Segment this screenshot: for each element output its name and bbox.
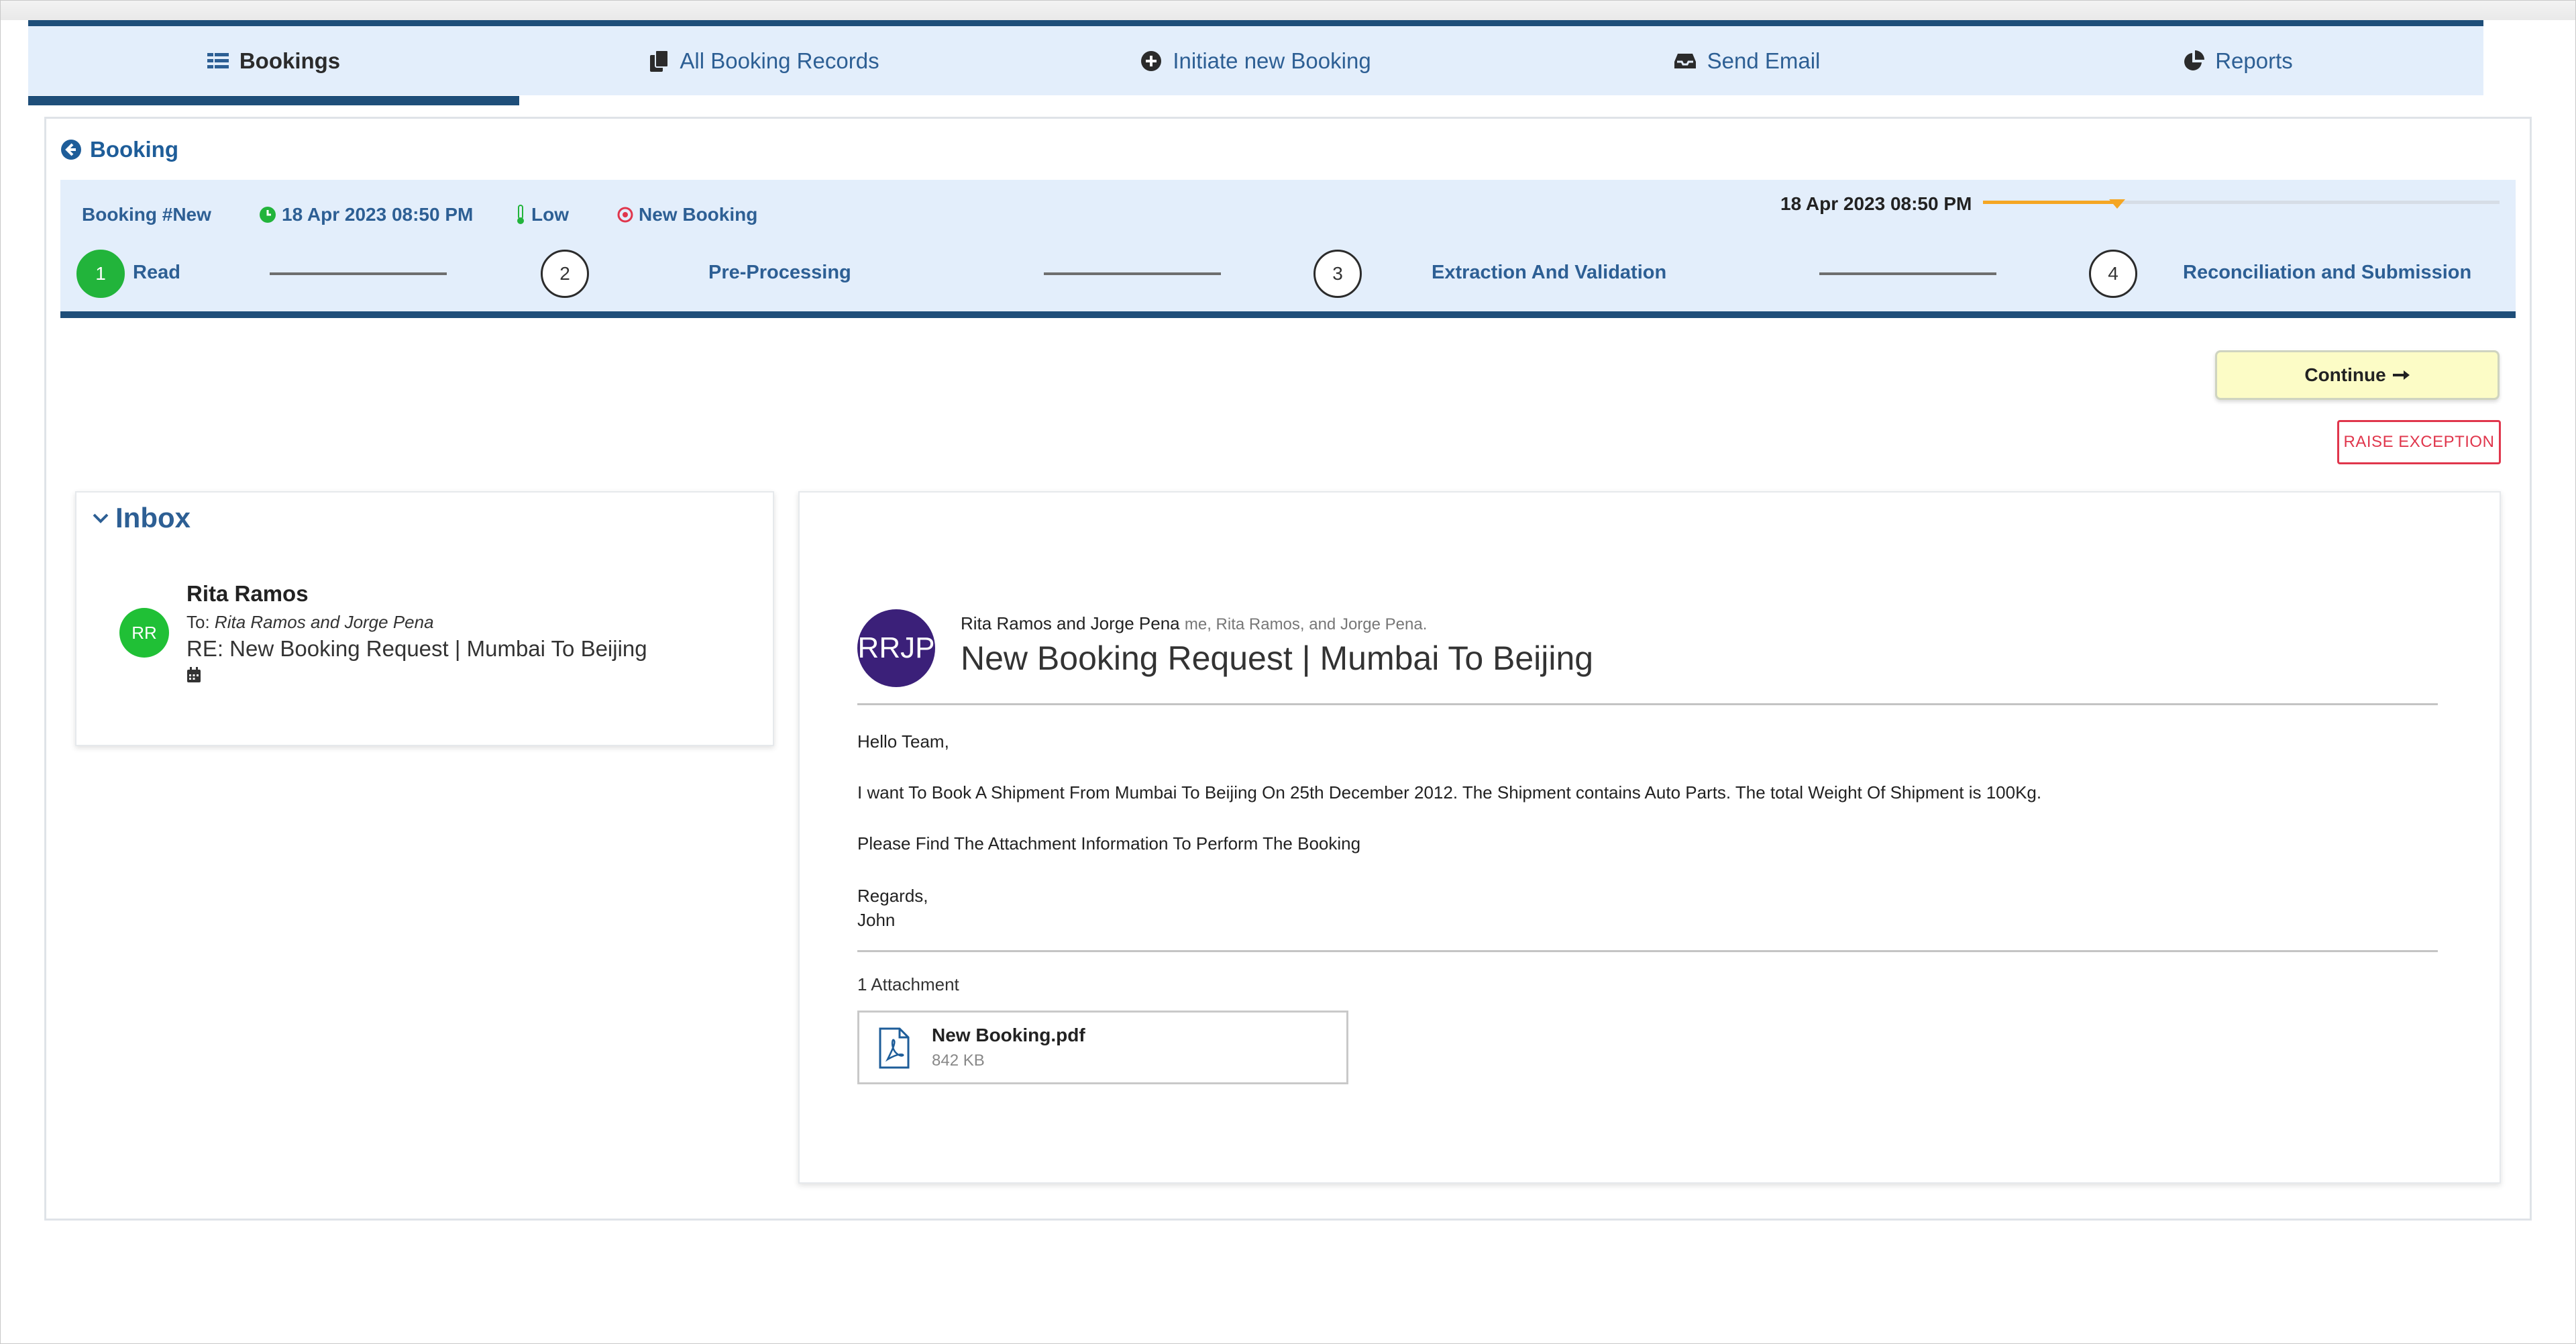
thermometer-icon — [515, 205, 526, 225]
deadline-progress-fill — [1983, 201, 2118, 204]
active-tab-indicator — [28, 96, 519, 105]
continue-button-label: Continue — [2304, 364, 2386, 385]
clock-icon — [259, 206, 276, 223]
pdf-file-icon — [878, 1027, 910, 1069]
status-dot-icon — [617, 207, 633, 223]
step-connector — [270, 272, 447, 275]
status-text: New Booking — [639, 204, 758, 225]
tab-bookings[interactable]: Bookings — [28, 26, 519, 95]
tab-label: All Booking Records — [680, 48, 879, 73]
main-tab-bar: Bookings All Booking Records Initiate ne… — [28, 20, 2483, 95]
priority-text: Low — [531, 204, 569, 225]
copy-icon — [650, 50, 669, 72]
attachment-count: 1 Attachment — [857, 974, 959, 994]
step-1-circle: 1 — [76, 250, 125, 298]
raise-exception-button[interactable]: RAISE EXCEPTION — [2337, 420, 2501, 464]
email-subject: New Booking Request | Mumbai To Beijing — [961, 639, 1594, 677]
message-subject: RE: New Booking Request | Mumbai To Beij… — [186, 636, 647, 661]
tab-label: Initiate new Booking — [1173, 48, 1371, 73]
to-names: Rita Ramos and Jorge Pena — [214, 612, 434, 632]
booking-status: New Booking — [617, 204, 757, 225]
continue-button[interactable]: Continue — [2215, 350, 2500, 400]
email-participants: Rita Ramos and Jorge Pena me, Rita Ramos… — [961, 613, 1427, 634]
tab-all-booking-records[interactable]: All Booking Records — [519, 26, 1010, 95]
attachment-name: New Booking.pdf — [932, 1025, 1085, 1045]
table-list-icon — [207, 51, 229, 70]
step-3-label: Extraction And Validation — [1432, 262, 1667, 283]
booking-id: Booking #New — [82, 204, 211, 225]
calendar-icon — [186, 667, 201, 683]
step-connector — [1044, 272, 1221, 275]
deadline-progress-track — [1983, 199, 2500, 209]
back-to-booking-link[interactable]: Booking — [60, 137, 178, 162]
booking-priority: Low — [515, 204, 569, 225]
email-body-line: I want To Book A Shipment From Mumbai To… — [857, 782, 2042, 803]
step-1-label: Read — [133, 262, 180, 283]
email-closing: Regards, — [857, 886, 928, 906]
avatar: RR — [119, 608, 169, 658]
pie-chart-icon — [2183, 50, 2205, 72]
inbox-message-item[interactable]: RR Rita Ramos To: Rita Ramos and Jorge P… — [119, 581, 723, 702]
divider — [857, 950, 2438, 952]
deadline-marker — [2109, 199, 2126, 209]
message-recipients: To: Rita Ramos and Jorge Pena — [186, 612, 434, 633]
message-sender: Rita Ramos — [186, 581, 309, 606]
booking-timestamp: 18 Apr 2023 08:50 PM — [259, 204, 473, 225]
booking-progress-panel: Booking #New 18 Apr 2023 08:50 PM Low Ne… — [60, 180, 2516, 318]
participants-cc: me, Rita Ramos, and Jorge Pena. — [1184, 615, 1428, 633]
step-4-label: Reconciliation and Submission — [2183, 262, 2472, 283]
timestamp-text: 18 Apr 2023 08:50 PM — [282, 204, 474, 225]
step-2-circle: 2 — [541, 250, 589, 298]
email-viewer: RRJP Rita Ramos and Jorge Pena me, Rita … — [798, 491, 2501, 1184]
step-2-label: Pre-Processing — [708, 262, 851, 283]
attachment-file[interactable]: New Booking.pdf 842 KB — [857, 1011, 1348, 1084]
arrow-right-icon — [2392, 370, 2410, 380]
tab-initiate-new-booking[interactable]: Initiate new Booking — [1010, 26, 1501, 95]
step-connector — [1819, 272, 1996, 275]
inbox-toggle[interactable]: Inbox — [93, 502, 191, 534]
email-body-line: Please Find The Attachment Information T… — [857, 833, 1361, 854]
to-prefix: To: — [186, 612, 210, 632]
tab-label: Bookings — [239, 48, 341, 73]
tab-reports[interactable]: Reports — [1992, 26, 2483, 95]
inbox-title: Inbox — [115, 502, 191, 533]
tab-send-email[interactable]: Send Email — [1501, 26, 1992, 95]
chevron-down-icon — [93, 513, 109, 523]
back-link-label: Booking — [90, 137, 178, 162]
inbox-tray-icon — [1674, 52, 1697, 70]
tab-label: Send Email — [1707, 48, 1821, 73]
step-3-circle: 3 — [1313, 250, 1362, 298]
arrow-left-circle-icon — [60, 139, 82, 160]
avatar: RRJP — [857, 609, 935, 687]
divider — [857, 703, 2438, 705]
email-signature: John — [857, 910, 896, 930]
inbox-panel: Inbox RR Rita Ramos To: Rita Ramos and J… — [75, 491, 774, 746]
attachment-size: 842 KB — [932, 1051, 985, 1070]
email-greeting: Hello Team, — [857, 731, 949, 752]
tab-label: Reports — [2215, 48, 2293, 73]
step-4-circle: 4 — [2089, 250, 2137, 298]
deadline-text: 18 Apr 2023 08:50 PM — [1780, 193, 1972, 214]
plus-circle-icon — [1140, 50, 1162, 72]
participants-names: Rita Ramos and Jorge Pena — [961, 613, 1180, 633]
